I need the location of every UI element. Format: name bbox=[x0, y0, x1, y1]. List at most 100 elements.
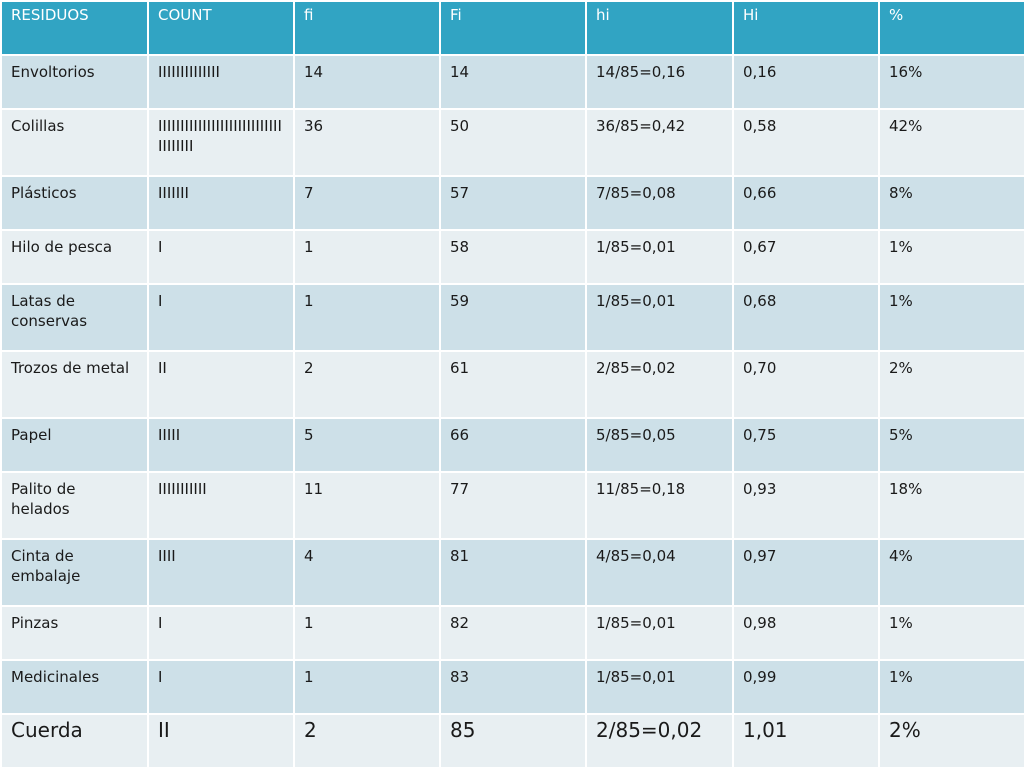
cell-percent: 2% bbox=[878, 713, 1024, 769]
cell-percent: 4% bbox=[878, 538, 1024, 607]
cell-Hi: 0,97 bbox=[732, 538, 880, 607]
cell-Fi: 66 bbox=[439, 417, 587, 473]
cell-Hi: 1,01 bbox=[732, 713, 880, 769]
cell-percent: 1% bbox=[878, 659, 1024, 715]
cell-Hi: 0,75 bbox=[732, 417, 880, 473]
cell-count: IIII bbox=[147, 538, 295, 607]
header-Fi-cumulative: Fi bbox=[439, 0, 587, 56]
cell-hi: 4/85=0,04 bbox=[585, 538, 734, 607]
cell-fi: 5 bbox=[293, 417, 441, 473]
table-row: Envoltorios IIIIIIIIIIIIII 14 14 14/85=0… bbox=[0, 54, 1024, 110]
cell-Fi: 50 bbox=[439, 108, 587, 177]
header-fi: fi bbox=[293, 0, 441, 56]
cell-hi: 2/85=0,02 bbox=[585, 713, 734, 769]
cell-count: I bbox=[147, 283, 295, 352]
cell-residuo: Hilo de pesca bbox=[0, 229, 149, 285]
cell-hi: 2/85=0,02 bbox=[585, 350, 734, 419]
cell-fi: 1 bbox=[293, 659, 441, 715]
frequency-table: RESIDUOS COUNT fi Fi hi Hi % Envoltorios… bbox=[0, 0, 1024, 769]
cell-Hi: 0,58 bbox=[732, 108, 880, 177]
cell-Hi: 0,98 bbox=[732, 605, 880, 661]
cell-percent: 18% bbox=[878, 471, 1024, 540]
cell-residuo: Pinzas bbox=[0, 605, 149, 661]
cell-Hi: 0,67 bbox=[732, 229, 880, 285]
cell-hi: 11/85=0,18 bbox=[585, 471, 734, 540]
header-percent: % bbox=[878, 0, 1024, 56]
cell-fi: 36 bbox=[293, 108, 441, 177]
table-row: Colillas IIIIIIIIIIIIIIIIIIIIIIIIIIIIIII… bbox=[0, 108, 1024, 177]
cell-residuo: Medicinales bbox=[0, 659, 149, 715]
cell-Hi: 0,68 bbox=[732, 283, 880, 352]
cell-Fi: 57 bbox=[439, 175, 587, 231]
cell-Fi: 14 bbox=[439, 54, 587, 110]
table-row: Papel IIIII 5 66 5/85=0,05 0,75 5% bbox=[0, 417, 1024, 473]
cell-percent: 2% bbox=[878, 350, 1024, 419]
cell-Hi: 0,66 bbox=[732, 175, 880, 231]
cell-hi: 7/85=0,08 bbox=[585, 175, 734, 231]
cell-Fi: 58 bbox=[439, 229, 587, 285]
table-row: Pinzas I 1 82 1/85=0,01 0,98 1% bbox=[0, 605, 1024, 661]
header-Hi-cumulative: Hi bbox=[732, 0, 880, 56]
cell-fi: 2 bbox=[293, 713, 441, 769]
cell-fi: 1 bbox=[293, 229, 441, 285]
cell-count: IIIII bbox=[147, 417, 295, 473]
cell-count: IIIIIIIIIIIIIIIIIIIIIIIIIIIIIIIIIIII bbox=[147, 108, 295, 177]
cell-residuo: Latas de conservas bbox=[0, 283, 149, 352]
cell-Hi: 0,16 bbox=[732, 54, 880, 110]
cell-fi: 1 bbox=[293, 283, 441, 352]
cell-residuo: Cuerda bbox=[0, 713, 149, 769]
cell-hi: 14/85=0,16 bbox=[585, 54, 734, 110]
table-row: Hilo de pesca I 1 58 1/85=0,01 0,67 1% bbox=[0, 229, 1024, 285]
cell-hi: 1/85=0,01 bbox=[585, 229, 734, 285]
cell-residuo: Colillas bbox=[0, 108, 149, 177]
cell-Fi: 83 bbox=[439, 659, 587, 715]
cell-percent: 1% bbox=[878, 283, 1024, 352]
table-row: Medicinales I 1 83 1/85=0,01 0,99 1% bbox=[0, 659, 1024, 715]
cell-residuo: Papel bbox=[0, 417, 149, 473]
cell-residuo: Cinta de embalaje bbox=[0, 538, 149, 607]
header-hi: hi bbox=[585, 0, 734, 56]
cell-fi: 7 bbox=[293, 175, 441, 231]
cell-residuo: Palito de helados bbox=[0, 471, 149, 540]
cell-hi: 1/85=0,01 bbox=[585, 283, 734, 352]
cell-count: I bbox=[147, 659, 295, 715]
cell-residuo: Plásticos bbox=[0, 175, 149, 231]
cell-Fi: 81 bbox=[439, 538, 587, 607]
cell-fi: 11 bbox=[293, 471, 441, 540]
cell-fi: 1 bbox=[293, 605, 441, 661]
table-row: Cuerda II 2 85 2/85=0,02 1,01 2% bbox=[0, 713, 1024, 769]
cell-Fi: 77 bbox=[439, 471, 587, 540]
cell-count: IIIIIII bbox=[147, 175, 295, 231]
cell-hi: 1/85=0,01 bbox=[585, 605, 734, 661]
cell-percent: 16% bbox=[878, 54, 1024, 110]
cell-percent: 1% bbox=[878, 229, 1024, 285]
cell-Fi: 82 bbox=[439, 605, 587, 661]
cell-Fi: 85 bbox=[439, 713, 587, 769]
cell-Hi: 0,70 bbox=[732, 350, 880, 419]
cell-percent: 42% bbox=[878, 108, 1024, 177]
table-row: Cinta de embalaje IIII 4 81 4/85=0,04 0,… bbox=[0, 538, 1024, 607]
cell-count: II bbox=[147, 350, 295, 419]
cell-residuo: Envoltorios bbox=[0, 54, 149, 110]
table-header-row: RESIDUOS COUNT fi Fi hi Hi % bbox=[0, 0, 1024, 56]
cell-percent: 5% bbox=[878, 417, 1024, 473]
header-residuos: RESIDUOS bbox=[0, 0, 149, 56]
cell-fi: 14 bbox=[293, 54, 441, 110]
cell-count: I bbox=[147, 229, 295, 285]
cell-hi: 36/85=0,42 bbox=[585, 108, 734, 177]
table-row: Plásticos IIIIIII 7 57 7/85=0,08 0,66 8% bbox=[0, 175, 1024, 231]
cell-Fi: 61 bbox=[439, 350, 587, 419]
cell-count: I bbox=[147, 605, 295, 661]
cell-percent: 1% bbox=[878, 605, 1024, 661]
table-row: Trozos de metal II 2 61 2/85=0,02 0,70 2… bbox=[0, 350, 1024, 419]
cell-percent: 8% bbox=[878, 175, 1024, 231]
cell-count: IIIIIIIIIII bbox=[147, 471, 295, 540]
cell-fi: 2 bbox=[293, 350, 441, 419]
cell-count: IIIIIIIIIIIIII bbox=[147, 54, 295, 110]
cell-hi: 1/85=0,01 bbox=[585, 659, 734, 715]
cell-Hi: 0,93 bbox=[732, 471, 880, 540]
cell-hi: 5/85=0,05 bbox=[585, 417, 734, 473]
cell-count: II bbox=[147, 713, 295, 769]
table-row: Palito de helados IIIIIIIIIII 11 77 11/8… bbox=[0, 471, 1024, 540]
table-row: Latas de conservas I 1 59 1/85=0,01 0,68… bbox=[0, 283, 1024, 352]
